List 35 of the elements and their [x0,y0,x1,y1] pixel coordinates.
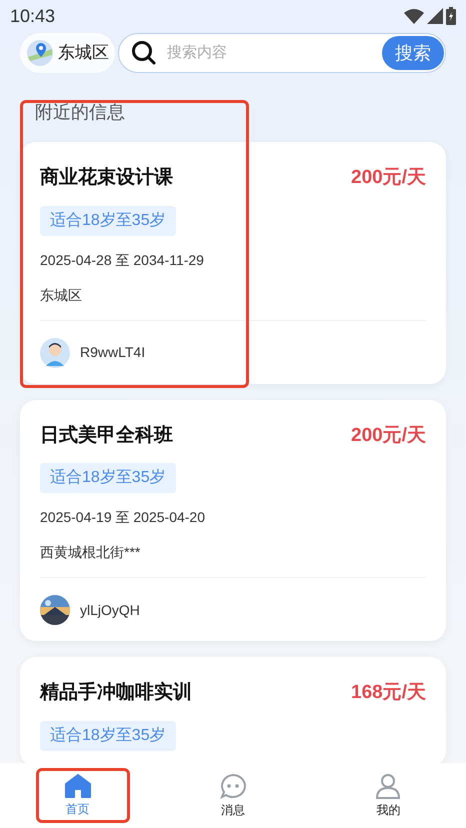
listing-price: 168元/天 [351,681,426,705]
map-pin-icon [26,39,54,67]
wifi-icon [404,8,424,24]
tab-item[interactable]: 我的 [310,763,466,828]
listing-price: 200元/天 [351,424,426,448]
search-icon [131,40,157,66]
section-title: 附近的信息 [35,101,126,124]
tab-item[interactable]: 消息 [155,763,311,828]
listing-title: 日式美甲全科班 [40,423,173,448]
age-tag: 适合18岁至35岁 [40,720,176,750]
listing-card[interactable]: 商业花束设计课 200元/天 适合18岁至35岁 2025-04-28 至 2034-11-29 东城区 R9wwLT4I [20,142,446,384]
age-tag: 适合18岁至35岁 [40,206,176,236]
listing-location: 东城区 [40,286,83,304]
status-time: 10:43 [10,4,56,28]
age-tag: 适合18岁至35岁 [40,463,176,493]
chat-icon [218,772,247,798]
listing-dates: 2025-04-19 至 2025-04-20 [40,508,206,527]
person-icon [375,772,402,798]
listing-title: 商业花束设计课 [40,166,173,190]
username: R9wwLT4I [80,343,146,362]
home-icon [64,774,91,798]
listing-card[interactable]: 日式美甲全科班 200元/天 适合18岁至35岁 2025-04-19 至 2025-04-20 西黄城根北街*** ylLjOyQH [20,400,446,641]
tab-item[interactable]: 首页 [0,763,156,828]
avatar-icon [40,338,70,368]
listing-dates: 2025-04-28 至 2034-11-29 [40,250,205,270]
signal-icon [427,8,443,24]
listing-title: 精品手冲咖啡实训 [40,680,192,705]
listing-card[interactable]: 精品手冲咖啡实训 168元/天 适合18岁至35岁 [20,657,446,763]
battery-icon [446,7,456,25]
listing-price: 200元/天 [351,166,426,190]
search-button[interactable]: 搜索 [382,36,444,70]
listing-location: 西黄城根北街*** [40,543,142,562]
search-field[interactable]: 搜索内容 搜索 [118,33,446,73]
location-selector[interactable]: 东城区 [20,33,115,73]
username: ylLjOyQH [80,600,140,620]
